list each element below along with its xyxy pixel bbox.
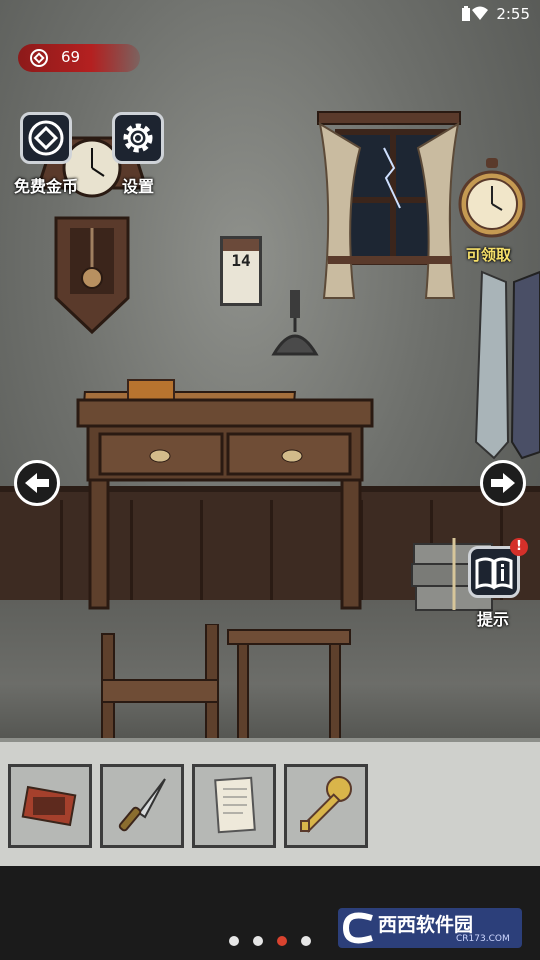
- status-bar: 2:55: [0, 0, 540, 30]
- coin-icon: [30, 49, 48, 71]
- arrow-left-icon: [25, 473, 49, 493]
- previous-scene-button[interactable]: [14, 460, 60, 506]
- coin-counter: 69: [18, 44, 140, 72]
- inventory-slot-matchbox[interactable]: [8, 764, 92, 848]
- settings-button[interactable]: [112, 112, 164, 164]
- gear-icon: [123, 123, 153, 153]
- hint-badge: !: [510, 538, 528, 556]
- wifi-icon: [472, 6, 488, 24]
- game-scene: 14: [0, 0, 540, 740]
- window[interactable]: [314, 108, 464, 304]
- arrow-right-icon: [491, 473, 515, 493]
- calendar-day: 14: [231, 251, 251, 270]
- coin-diamond-icon: [28, 120, 64, 156]
- coin-count: 69: [61, 48, 81, 66]
- note-paper-icon: [214, 776, 256, 834]
- watermark-text: 西西软件园: [378, 914, 474, 936]
- watermark-url: CR173.COM: [456, 934, 510, 944]
- wooden-desk[interactable]: [76, 376, 374, 612]
- wall-calendar[interactable]: 14: [220, 236, 262, 306]
- battery-icon: [461, 6, 471, 26]
- wall-lamp[interactable]: [260, 288, 330, 362]
- hint-label[interactable]: 提示: [477, 606, 509, 630]
- inventory-slot-key[interactable]: [284, 764, 368, 848]
- broken-chair[interactable]: [98, 624, 354, 740]
- free-coins-label[interactable]: 免费金币: [14, 173, 78, 197]
- page-dot[interactable]: [301, 936, 311, 946]
- page-dot-active[interactable]: [277, 936, 287, 946]
- pocket-watch-icon[interactable]: [456, 158, 528, 242]
- knife-icon: [118, 778, 166, 832]
- next-scene-button[interactable]: [480, 460, 526, 506]
- brass-key-icon: [300, 776, 352, 833]
- inventory-bar: [0, 738, 540, 870]
- reward-claim-label[interactable]: 可领取: [466, 244, 511, 265]
- hanging-coats[interactable]: [466, 262, 540, 462]
- inventory-slot-note[interactable]: [192, 764, 276, 848]
- settings-label[interactable]: 设置: [122, 173, 154, 197]
- book-info-icon: [475, 557, 513, 590]
- page-dot[interactable]: [253, 936, 263, 946]
- watermark-c-icon: [342, 912, 373, 944]
- matchbox-icon: [21, 785, 77, 827]
- inventory-slot-knife[interactable]: [100, 764, 184, 848]
- watermark-logo: 西西软件园 CR173.COM: [338, 908, 522, 948]
- free-coins-button[interactable]: [20, 112, 72, 164]
- page-dot[interactable]: [229, 936, 239, 946]
- status-time: 2:55: [496, 5, 530, 23]
